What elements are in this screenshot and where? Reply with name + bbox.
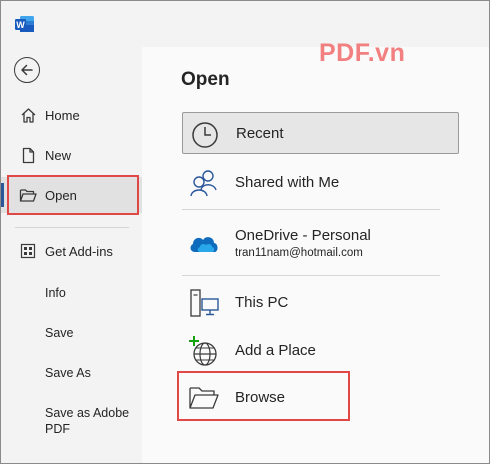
browse-highlight-box [177,371,350,421]
clock-icon [189,119,221,151]
computer-icon [188,287,220,319]
back-arrow-icon [21,64,33,76]
nav-info[interactable]: Info [45,285,66,301]
home-icon [19,106,37,124]
options-divider-2 [182,275,440,276]
option-this-pc-label: This PC [235,294,289,311]
open-highlight-box [7,175,139,215]
option-onedrive-label: OneDrive - Personal [235,227,371,244]
nav-new[interactable]: New [1,137,142,173]
option-onedrive[interactable]: OneDrive - Personal tran11nam@hotmail.co… [182,219,459,265]
sidebar-divider [15,227,129,228]
nav-save-as[interactable]: Save As [45,365,91,381]
nav-new-label: New [45,147,72,163]
nav-save-as-adobe-pdf[interactable]: Save as Adobe PDF [45,405,135,437]
back-button[interactable] [14,57,40,83]
add-ins-icon [19,242,37,260]
option-onedrive-email: tran11nam@hotmail.com [235,247,363,259]
selected-indicator [1,183,4,207]
new-document-icon [19,146,37,164]
option-shared-with-me[interactable]: Shared with Me [182,161,459,203]
options-divider-1 [182,209,440,210]
people-icon [188,167,220,199]
option-add-a-place-label: Add a Place [235,342,316,359]
svg-text:W: W [16,20,25,30]
backstage-window: W Home New Open Get Add-ins Info Save Sa… [0,0,490,464]
watermark: PDF.vn [319,39,406,67]
add-globe-icon [188,335,220,367]
nav-save[interactable]: Save [45,325,74,341]
word-logo: W [15,15,35,33]
onedrive-cloud-icon [188,227,220,259]
option-add-a-place[interactable]: Add a Place [182,329,459,371]
option-recent[interactable]: Recent [182,112,459,154]
nav-more-cutoff [45,455,75,463]
nav-home-label: Home [45,107,80,123]
nav-home[interactable]: Home [1,97,142,133]
option-shared-label: Shared with Me [235,174,340,191]
nav-get-add-ins-label: Get Add-ins [45,243,113,259]
page-title: Open [181,69,230,90]
nav-get-add-ins[interactable]: Get Add-ins [1,233,142,269]
option-this-pc[interactable]: This PC [182,281,459,323]
option-recent-label: Recent [236,125,284,142]
